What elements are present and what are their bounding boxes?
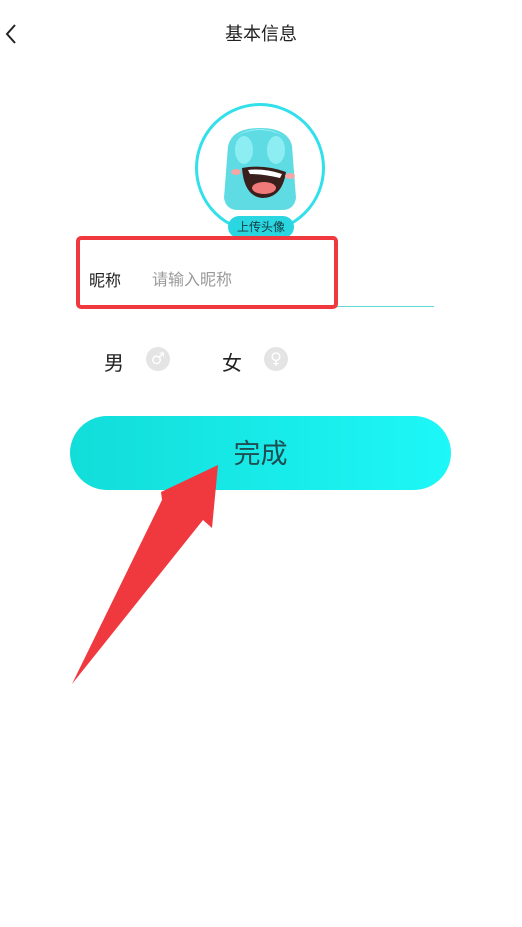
female-label: 女	[222, 351, 242, 375]
avatar	[195, 103, 325, 233]
female-symbol-icon: ♀	[264, 347, 288, 371]
avatar-upload[interactable]: 上传头像	[195, 103, 325, 238]
page-title: 基本信息	[225, 24, 297, 45]
done-button[interactable]: 完成	[70, 416, 451, 490]
upload-avatar-label[interactable]: 上传头像	[228, 216, 294, 238]
male-label: 男	[104, 351, 124, 375]
jelly-mascot-avatar	[204, 112, 316, 224]
top-bar: 基本信息	[0, 0, 522, 66]
highlight-box	[76, 236, 338, 309]
male-symbol-icon: ♂	[146, 347, 170, 371]
